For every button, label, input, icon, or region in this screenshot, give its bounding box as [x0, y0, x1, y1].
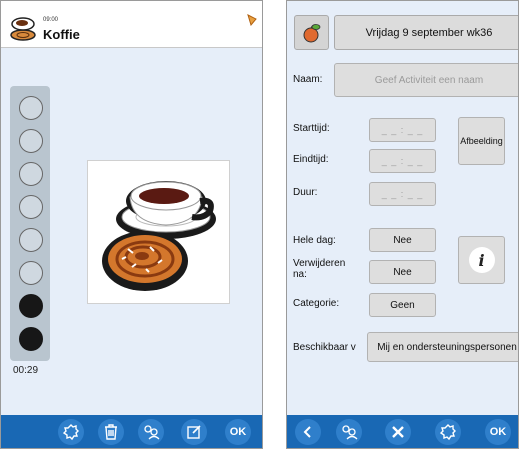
- participants-button[interactable]: [336, 419, 362, 445]
- date-button[interactable]: Vrijdag 9 september wk36: [334, 15, 518, 50]
- settings-icon: [62, 424, 79, 441]
- start-time-value: _ _ : _ _: [381, 125, 424, 135]
- timer-dot-empty: [19, 261, 43, 285]
- remove-after-button[interactable]: Nee: [369, 260, 436, 284]
- duration-label: Duur:: [293, 187, 318, 198]
- ok-button[interactable]: OK: [225, 419, 251, 445]
- coffee-and-pastry-icon: [102, 181, 216, 291]
- available-label: Beschikbaar v: [293, 342, 356, 353]
- all-day-button[interactable]: Nee: [369, 228, 436, 252]
- timer-remaining: 00:29: [13, 365, 39, 376]
- remove-after-label: Verwijderen na:: [293, 258, 346, 280]
- header-time: 09:00: [43, 17, 59, 23]
- start-time-button[interactable]: _ _ : _ _: [369, 118, 436, 142]
- start-time-label: Starttijd:: [293, 123, 330, 134]
- end-time-value: _ _ : _ _: [381, 156, 424, 166]
- timer-dot-filled: [19, 327, 43, 351]
- duration-button[interactable]: _ _ : _ _: [369, 182, 436, 206]
- timer-dot-empty: [19, 195, 43, 219]
- edit-icon: [187, 425, 201, 439]
- trash-icon: [105, 424, 117, 440]
- settings-button[interactable]: [58, 419, 84, 445]
- back-button[interactable]: [295, 419, 321, 445]
- activity-title: Koffie: [43, 27, 80, 42]
- remove-after-value: Nee: [393, 266, 412, 278]
- timer-dot-filled: [19, 294, 43, 318]
- name-placeholder: Geef Activiteit een naam: [374, 74, 484, 86]
- bottom-toolbar: OK: [287, 415, 518, 448]
- tools-icon: [392, 426, 404, 438]
- activity-view-screen: 09:00 Koffie 00:29 OK: [0, 0, 263, 449]
- edit-activity-screen: Vrijdag 9 september wk36 Naam: Geef Acti…: [286, 0, 519, 449]
- activity-image-button[interactable]: [294, 15, 329, 50]
- category-button[interactable]: Geen: [369, 293, 436, 317]
- category-label: Categorie:: [293, 298, 340, 309]
- people-icon: [144, 425, 160, 440]
- end-time-label: Eindtijd:: [293, 154, 329, 165]
- edit-button[interactable]: [181, 419, 207, 445]
- info-button[interactable]: i: [458, 236, 505, 284]
- image-button[interactable]: Afbeelding: [458, 117, 505, 165]
- timer-dot-empty: [19, 228, 43, 252]
- settings-button[interactable]: [435, 419, 461, 445]
- back-icon: [303, 426, 311, 438]
- timer-bar: [10, 86, 50, 361]
- edit-header: Vrijdag 9 september wk36: [287, 1, 518, 61]
- timer-dot-empty: [19, 162, 43, 186]
- all-day-value: Nee: [393, 234, 412, 246]
- tools-button[interactable]: [385, 419, 411, 445]
- coffee-icon: [9, 15, 37, 46]
- ok-button[interactable]: OK: [485, 419, 511, 445]
- activity-header: 09:00 Koffie: [1, 1, 262, 48]
- end-time-button[interactable]: _ _ : _ _: [369, 149, 436, 173]
- delete-button[interactable]: [98, 419, 124, 445]
- participants-button[interactable]: [138, 419, 164, 445]
- timer-dot-empty: [19, 96, 43, 120]
- duration-value: _ _ : _ _: [381, 189, 424, 199]
- name-input[interactable]: Geef Activiteit een naam: [334, 63, 518, 97]
- category-value: Geen: [390, 299, 415, 311]
- notification-icon[interactable]: [247, 13, 257, 31]
- settings-icon: [439, 424, 456, 441]
- fruit-icon: [303, 23, 320, 42]
- people-icon: [342, 425, 358, 440]
- activity-image: [87, 160, 230, 304]
- timer-dot-empty: [19, 129, 43, 153]
- info-icon: i: [468, 247, 495, 273]
- all-day-label: Hele dag:: [293, 235, 336, 246]
- bottom-toolbar: OK: [1, 415, 262, 448]
- available-button[interactable]: Mij en ondersteuningspersonen: [367, 332, 518, 362]
- name-label: Naam:: [293, 74, 323, 85]
